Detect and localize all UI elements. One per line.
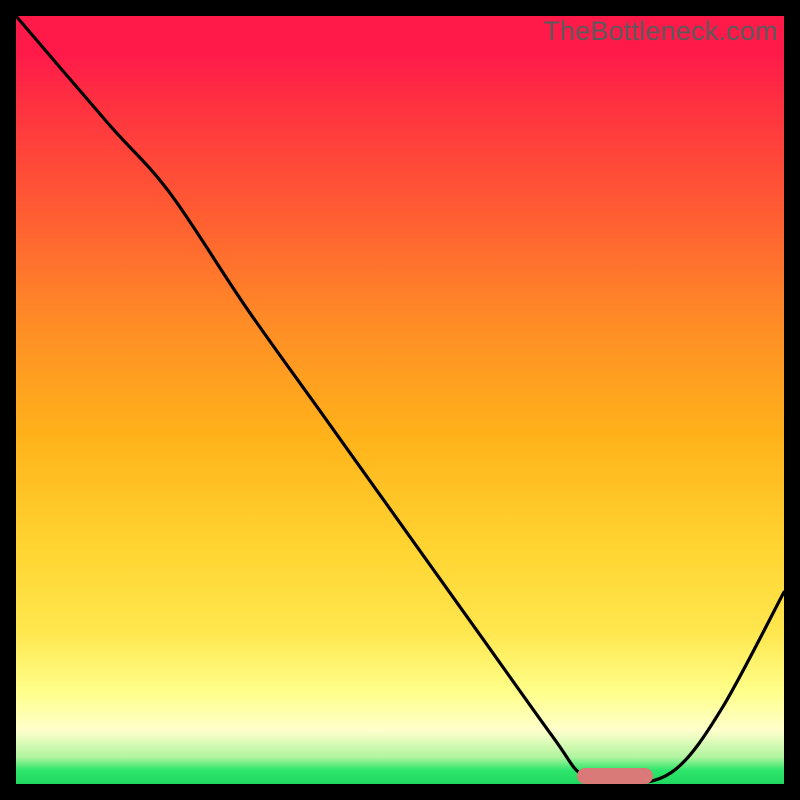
bottleneck-curve [16, 16, 784, 784]
chart-plot-area: TheBottleneck.com [16, 16, 784, 784]
bottleneck-curve-path [16, 16, 784, 784]
chart-frame: TheBottleneck.com [0, 0, 800, 800]
optimal-marker [577, 768, 654, 784]
